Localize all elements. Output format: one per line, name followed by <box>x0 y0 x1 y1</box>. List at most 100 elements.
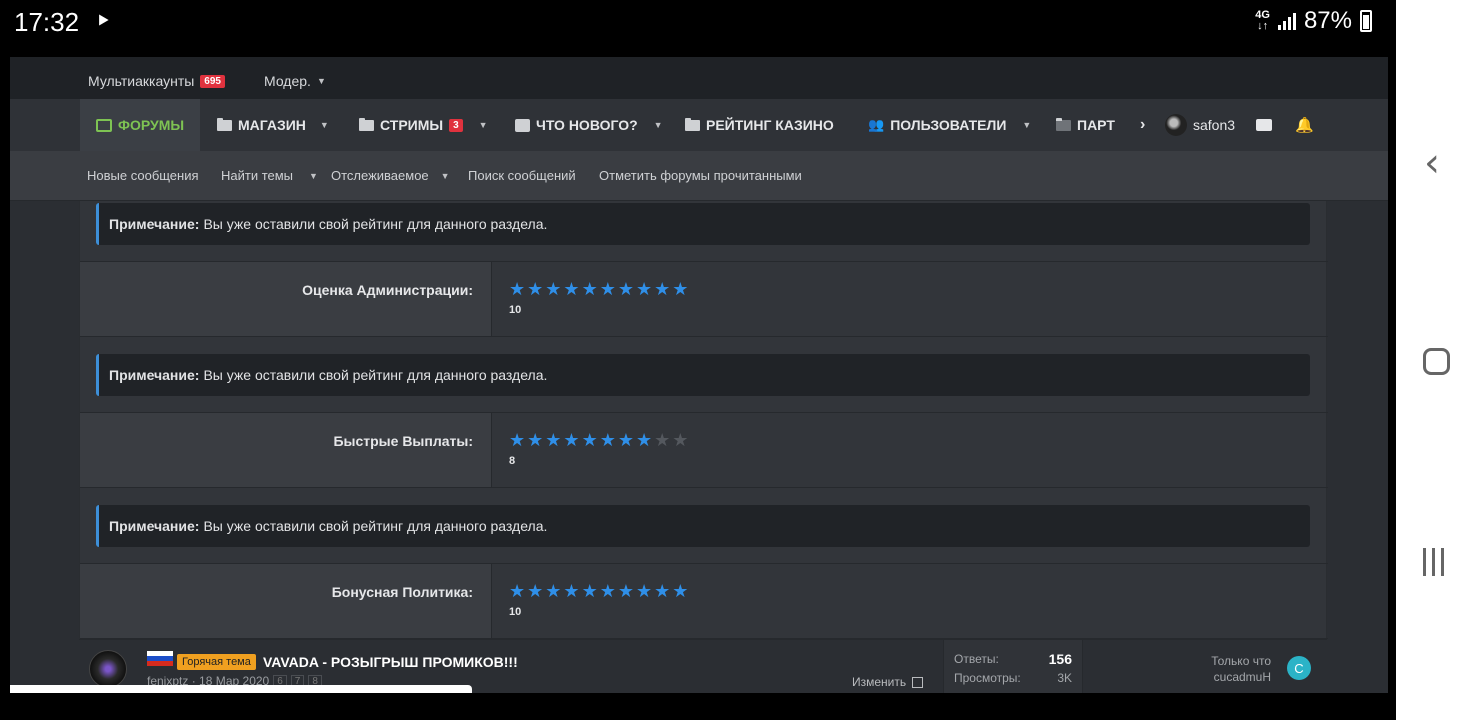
back-icon[interactable]: ‹ <box>1424 140 1440 186</box>
tab-streams[interactable]: СТРИМЫ 3 ▼ <box>359 99 488 151</box>
star-icon[interactable]: ★ <box>672 431 688 451</box>
tab-casino-rating[interactable]: РЕЙТИНГ КАЗИНО <box>685 99 834 151</box>
chevron-down-icon[interactable]: ▼ <box>1022 120 1031 130</box>
find-threads-link[interactable]: Найти темы ▼ <box>221 168 318 183</box>
tab-forums-label: ФОРУМЫ <box>118 117 185 133</box>
rating-row-bonus: Бонусная Политика: ★ ★ ★ ★ ★ ★ ★ ★ ★ ★ 10 <box>80 563 1328 639</box>
star-icon[interactable]: ★ <box>600 582 616 602</box>
network-indicator: 4G ↓↑ <box>1255 10 1270 32</box>
note-prefix: Примечание: <box>109 367 200 383</box>
star-icon[interactable]: ★ <box>582 582 598 602</box>
star-icon[interactable]: ★ <box>545 582 561 602</box>
hot-thread-badge: Горячая тема <box>177 654 256 670</box>
star-icon[interactable]: ★ <box>563 431 579 451</box>
multiaccounts-badge: 695 <box>200 74 225 88</box>
home-icon[interactable] <box>1423 348 1450 375</box>
play-store-icon: ⯈ <box>95 11 111 33</box>
flag-icon <box>147 651 173 666</box>
star-icon[interactable]: ★ <box>545 280 561 300</box>
battery-icon <box>1360 10 1372 32</box>
star-icon[interactable]: ★ <box>618 280 634 300</box>
chevron-down-icon[interactable]: ▼ <box>654 120 663 130</box>
rating-note: Примечание: Вы уже оставили свой рейтинг… <box>96 505 1310 547</box>
select-checkbox[interactable] <box>912 676 924 688</box>
user-menu[interactable]: safon3 <box>1165 99 1235 151</box>
folder-icon <box>217 117 232 131</box>
star-icon[interactable]: ★ <box>563 582 579 602</box>
star-icon[interactable]: ★ <box>600 431 616 451</box>
alerts-button[interactable]: 🔔 <box>1295 99 1314 151</box>
chevron-down-icon[interactable]: ▼ <box>309 171 318 181</box>
star-icon[interactable]: ★ <box>509 280 525 300</box>
main-nav: ФОРУМЫ МАГАЗИН ▼ СТРИМЫ 3 ▼ ЧТО НОВОГО? … <box>10 99 1388 151</box>
tab-users[interactable]: 👥 ПОЛЬЗОВАТЕЛИ ▼ <box>868 99 1031 151</box>
star-icon[interactable]: ★ <box>527 280 543 300</box>
note-text: Вы уже оставили свой рейтинг для данного… <box>203 367 548 383</box>
star-icon[interactable]: ★ <box>600 280 616 300</box>
star-rating[interactable]: ★ ★ ★ ★ ★ ★ ★ ★ ★ ★ <box>509 280 1328 300</box>
star-icon[interactable]: ★ <box>654 582 670 602</box>
browser-viewport: Мультиаккаунты 695 Модер. ▼ ФОРУМЫ МАГАЗ… <box>10 57 1388 693</box>
avatar[interactable]: C <box>1287 656 1311 680</box>
multiaccounts-link[interactable]: Мультиаккаунты 695 <box>88 73 225 89</box>
sub-nav: Новые сообщения Найти темы ▼ Отслеживаем… <box>10 151 1388 201</box>
bell-icon: 🔔 <box>1295 117 1314 134</box>
rating-label: Быстрые Выплаты: <box>80 413 492 487</box>
chevron-down-icon[interactable]: ▼ <box>479 120 488 130</box>
star-icon[interactable]: ★ <box>582 280 598 300</box>
moder-label: Модер. <box>264 73 311 89</box>
mark-read-link[interactable]: Отметить форумы прочитанными <box>599 168 802 183</box>
rating-value: ★ ★ ★ ★ ★ ★ ★ ★ ★ ★ 10 <box>492 262 1328 336</box>
tab-whats-new[interactable]: ЧТО НОВОГО? ▼ <box>515 99 663 151</box>
avatar[interactable] <box>89 650 127 688</box>
star-icon[interactable]: ★ <box>509 431 525 451</box>
star-icon[interactable]: ★ <box>654 431 670 451</box>
last-post-time[interactable]: Только что <box>1211 654 1271 668</box>
tab-forums[interactable]: ФОРУМЫ <box>80 99 201 151</box>
star-icon[interactable]: ★ <box>636 582 652 602</box>
star-icon[interactable]: ★ <box>672 280 688 300</box>
star-icon[interactable]: ★ <box>618 431 634 451</box>
star-icon[interactable]: ★ <box>527 582 543 602</box>
star-icon[interactable]: ★ <box>618 582 634 602</box>
star-icon[interactable]: ★ <box>636 280 652 300</box>
star-icon[interactable]: ★ <box>582 431 598 451</box>
rating-score: 8 <box>509 455 516 467</box>
chevron-down-icon[interactable]: ▼ <box>320 120 329 130</box>
note-text: Вы уже оставили свой рейтинг для данного… <box>203 216 548 232</box>
moder-menu[interactable]: Модер. ▼ <box>264 73 326 89</box>
star-icon[interactable]: ★ <box>672 582 688 602</box>
last-post[interactable]: Только что cucadmuH C <box>1083 640 1327 693</box>
folder-icon <box>685 117 700 131</box>
star-icon[interactable]: ★ <box>527 431 543 451</box>
star-icon[interactable]: ★ <box>654 280 670 300</box>
tab-shop[interactable]: МАГАЗИН ▼ <box>217 99 329 151</box>
rating-note: Примечание: Вы уже оставили свой рейтинг… <box>96 354 1310 396</box>
nav-more-arrow[interactable]: › <box>1140 99 1145 151</box>
scroll-overlay <box>10 685 472 693</box>
chevron-down-icon[interactable]: ▼ <box>441 171 450 181</box>
new-posts-link[interactable]: Новые сообщения <box>87 168 199 183</box>
top-bar: Мультиаккаунты 695 Модер. ▼ <box>10 57 1388 99</box>
recent-apps-icon[interactable] <box>1423 548 1444 576</box>
star-icon[interactable]: ★ <box>545 431 561 451</box>
star-rating[interactable]: ★ ★ ★ ★ ★ ★ ★ ★ ★ ★ <box>509 431 1328 451</box>
inbox-button[interactable] <box>1256 99 1272 151</box>
rating-label: Оценка Администрации: <box>80 262 492 336</box>
star-icon[interactable]: ★ <box>636 431 652 451</box>
search-posts-link[interactable]: Поиск сообщений <box>468 168 576 183</box>
last-post-user[interactable]: cucadmuH <box>1214 670 1271 684</box>
star-rating[interactable]: ★ ★ ★ ★ ★ ★ ★ ★ ★ ★ <box>509 582 1328 602</box>
rating-content: Примечание: Вы уже оставили свой рейтинг… <box>79 201 1328 693</box>
tab-partners[interactable]: ПАРТ <box>1056 99 1115 151</box>
forum-icon <box>96 118 112 132</box>
multiaccounts-label: Мультиаккаунты <box>88 73 195 89</box>
find-threads-label: Найти темы <box>221 168 294 183</box>
views-value: 3K <box>1057 671 1072 685</box>
tab-whats-new-label: ЧТО НОВОГО? <box>536 117 638 133</box>
star-icon[interactable]: ★ <box>509 582 525 602</box>
thread-title[interactable]: VAVADA - РОЗЫГРЫШ ПРОМИКОВ!!! <box>263 654 518 670</box>
edit-control[interactable]: Изменить <box>852 675 924 689</box>
watched-link[interactable]: Отслеживаемое ▼ <box>331 168 450 183</box>
star-icon[interactable]: ★ <box>563 280 579 300</box>
